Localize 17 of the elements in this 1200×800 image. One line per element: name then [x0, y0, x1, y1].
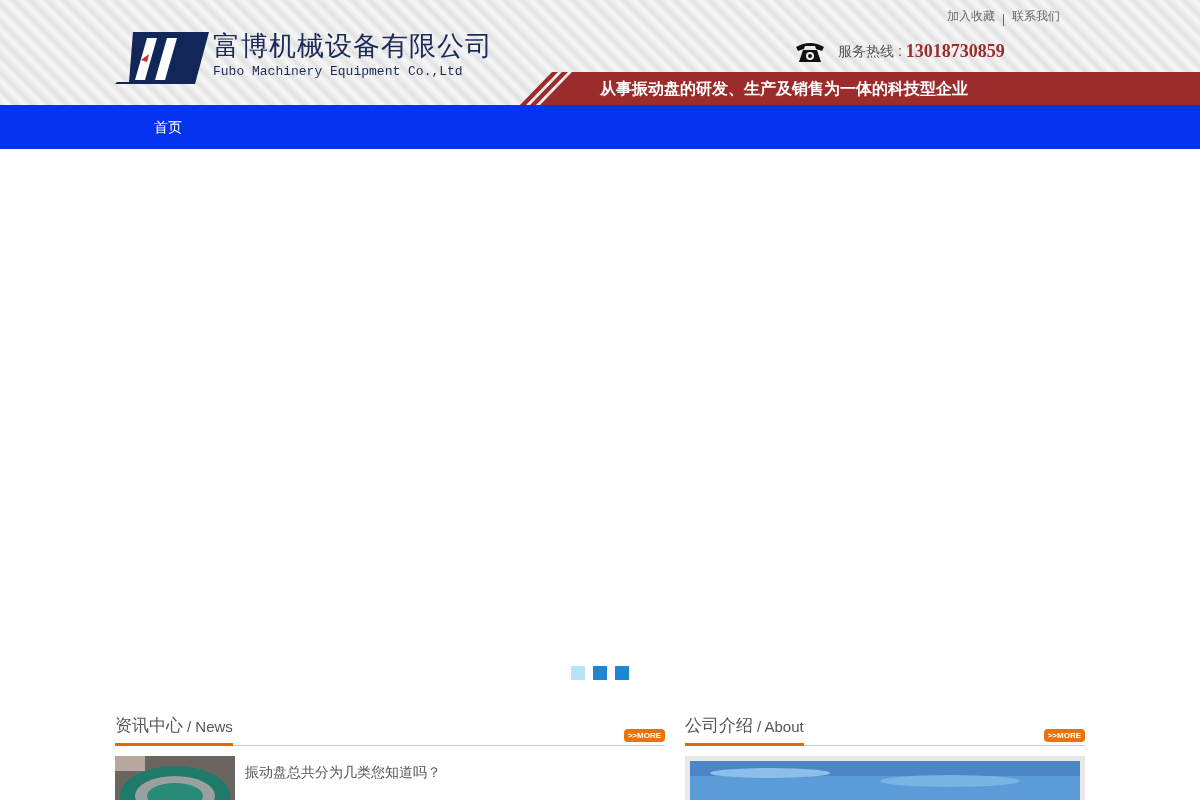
logo-icon — [115, 30, 209, 86]
slogan: 从事振动盘的研发、生产及销售为一体的科技型企业 — [600, 78, 968, 99]
nav-item[interactable]: 首页 — [140, 116, 196, 138]
top-link[interactable]: 联系我们 — [1012, 7, 1060, 25]
more-link[interactable]: >>MORE — [623, 729, 665, 742]
hotline-label: 服务热线 : — [838, 42, 902, 61]
more-link[interactable]: >>MORE — [1043, 729, 1085, 742]
section-title-en: / About — [757, 717, 804, 737]
section-title-en: / News — [187, 717, 233, 737]
company-name: 富博机械设备有限公司 — [213, 30, 493, 62]
section-title: 资讯中心 — [115, 715, 183, 737]
hotline-number: 13018730859 — [905, 40, 1005, 63]
telephone-icon — [794, 40, 826, 63]
company-name-english: Fubo Machinery Equipment Co.,Ltd — [213, 63, 464, 81]
news-link[interactable]: 振动盘总共分为几类您知道吗？ — [245, 756, 441, 800]
top-link[interactable]: 加入收藏 — [947, 7, 995, 25]
section-title: 公司介绍 — [685, 715, 753, 737]
